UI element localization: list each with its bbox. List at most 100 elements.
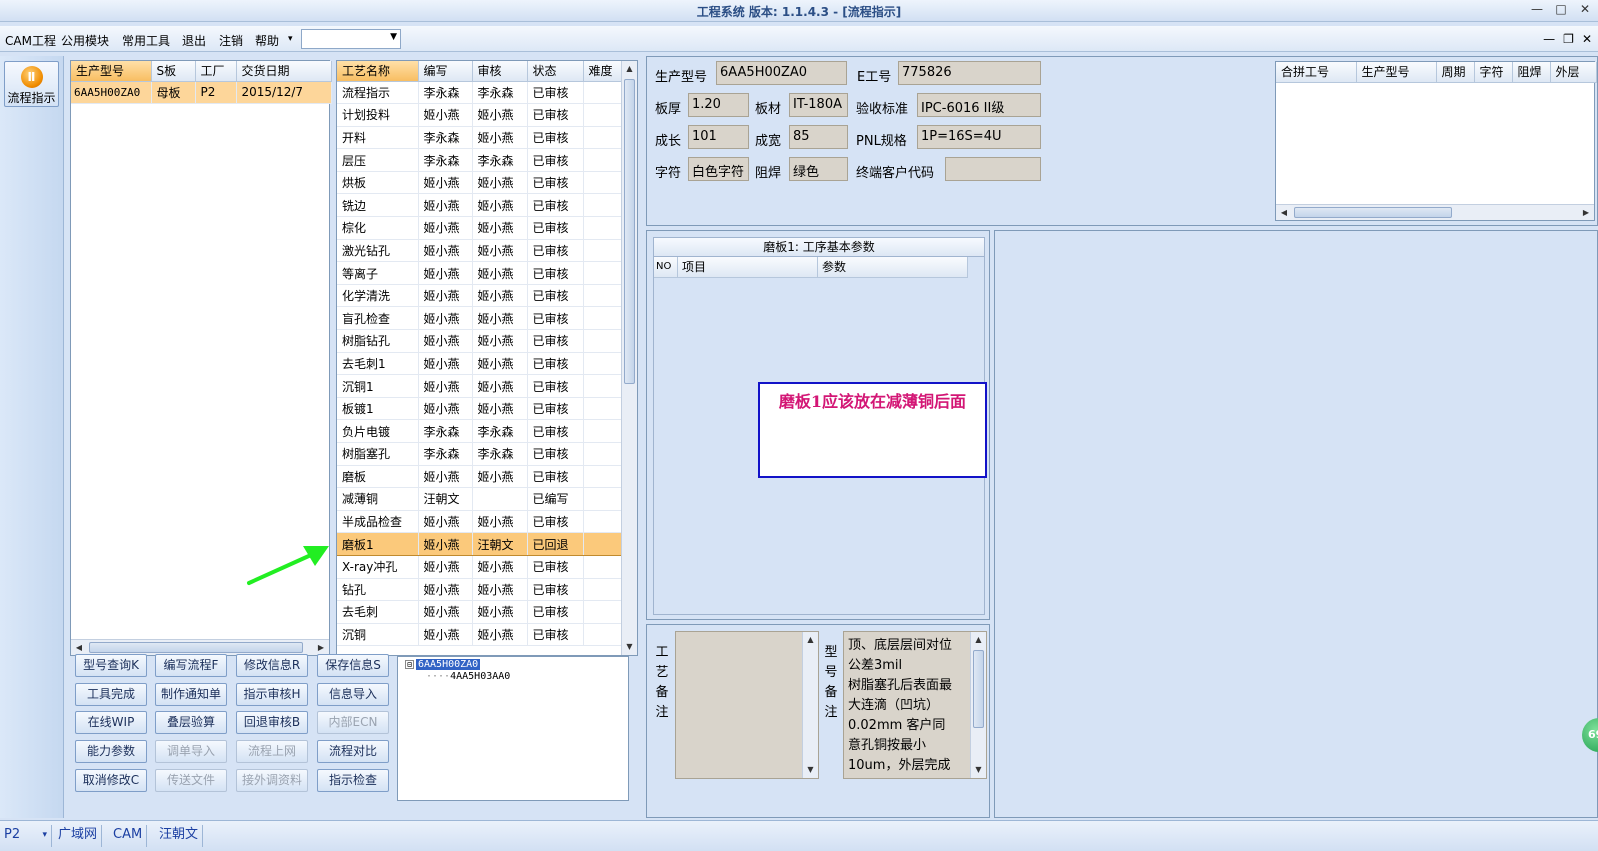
action-button[interactable]: 在线WIP: [75, 711, 147, 734]
table-row[interactable]: 层压 李永森 李永森 已审核: [337, 148, 624, 172]
tree-node-child-label[interactable]: 4AA5H03AA0: [450, 671, 510, 682]
action-button[interactable]: 流程对比: [317, 740, 389, 763]
scroll-up-icon[interactable]: ▲: [971, 632, 986, 648]
tree-node-root-label[interactable]: 6AA5H00ZA0: [416, 659, 481, 670]
table-row[interactable]: 减薄铜 汪朝文 已编写: [337, 487, 624, 511]
col-combine-outer[interactable]: 外层: [1550, 62, 1597, 83]
col-model-number[interactable]: 生产型号: [71, 61, 152, 82]
col-reviewer[interactable]: 审核: [472, 61, 528, 82]
action-button[interactable]: 指示检查: [317, 769, 389, 792]
action-button[interactable]: 回退审核B: [236, 711, 308, 734]
col-combine-mask[interactable]: 阻焊: [1512, 62, 1551, 83]
col-no[interactable]: NO: [654, 257, 678, 278]
minimize-icon[interactable]: —: [1530, 2, 1544, 16]
combine-hscroll[interactable]: ◀ ▶: [1276, 204, 1594, 220]
action-button[interactable]: 工具完成: [75, 683, 147, 706]
table-row[interactable]: 负片电镀 李永森 李永森 已审核: [337, 419, 624, 443]
pnl-field[interactable]: 1P=16S=4U: [917, 125, 1041, 149]
table-row[interactable]: 树脂塞孔 李永森 李永森 已审核: [337, 442, 624, 466]
scroll-right-icon[interactable]: ▶: [313, 640, 329, 655]
table-row[interactable]: 钻孔 姬小燕 姬小燕 已审核: [337, 578, 624, 602]
scroll-thumb[interactable]: [1294, 207, 1452, 218]
table-row[interactable]: 铣边 姬小燕 姬小燕 已审核: [337, 193, 624, 218]
action-button[interactable]: 制作通知单: [155, 683, 227, 706]
table-row[interactable]: 化学清洗 姬小燕 姬小燕 已审核: [337, 284, 624, 308]
model-field[interactable]: 6AA5H00ZA0: [716, 61, 847, 85]
menu-exit[interactable]: 退出: [182, 32, 206, 49]
action-button[interactable]: 指示审核H: [236, 683, 308, 706]
action-button[interactable]: 流程上网: [236, 740, 308, 763]
material-field[interactable]: IT-180A: [789, 93, 848, 117]
table-row[interactable]: 6AA5H00ZA0 母板 P2 2015/12/7: [71, 81, 332, 105]
col-item[interactable]: 项目: [678, 257, 818, 278]
col-difficulty[interactable]: 难度: [583, 61, 624, 82]
mdi-minimize-icon[interactable]: —: [1543, 32, 1555, 46]
scroll-right-icon[interactable]: ▶: [1578, 205, 1594, 220]
table-row[interactable]: 去毛刺1 姬小燕 姬小燕 已审核: [337, 352, 624, 376]
scroll-thumb[interactable]: [89, 642, 303, 653]
action-button[interactable]: 传送文件: [155, 769, 227, 792]
table-row[interactable]: 等离子 姬小燕 姬小燕 已审核: [337, 261, 624, 285]
table-row[interactable]: X-ray冲孔 姬小燕 姬小燕 已审核: [337, 555, 624, 579]
process-remark-vscroll[interactable]: ▲ ▼: [802, 632, 818, 778]
tree-node-child[interactable]: ····4AA5H03AA0: [426, 671, 510, 682]
col-factory[interactable]: 工厂: [195, 61, 237, 82]
action-button[interactable]: 叠层验算: [155, 711, 227, 734]
scroll-up-icon[interactable]: ▲: [622, 61, 637, 77]
table-row[interactable]: 树脂钻孔 姬小燕 姬小燕 已审核: [337, 329, 624, 353]
table-row[interactable]: 磨板1 姬小燕 汪朝文 已回退: [337, 532, 624, 556]
menu-common-tools[interactable]: 常用工具: [122, 32, 170, 49]
scroll-up-icon[interactable]: ▲: [803, 632, 818, 648]
menu-common-modules[interactable]: 公用模块: [61, 32, 109, 49]
action-button[interactable]: 修改信息R: [236, 654, 308, 677]
menu-help[interactable]: 帮助: [255, 32, 279, 49]
col-param[interactable]: 参数: [818, 257, 968, 278]
col-author[interactable]: 编写: [418, 61, 473, 82]
close-icon[interactable]: ✕: [1578, 2, 1592, 16]
tree-node-root[interactable]: ⊟ 6AA5H00ZA0: [405, 659, 481, 670]
table-row[interactable]: 沉铜 姬小燕 姬小燕 已审核: [337, 623, 624, 647]
scroll-left-icon[interactable]: ◀: [71, 640, 87, 655]
e-number-field[interactable]: 775826: [898, 61, 1041, 85]
col-status[interactable]: 状态: [527, 61, 584, 82]
help-dropdown-icon[interactable]: ▾: [288, 34, 293, 44]
table-row[interactable]: 磨板 姬小燕 姬小燕 已审核: [337, 465, 624, 489]
collapse-icon[interactable]: ⊟: [405, 660, 414, 669]
thickness-field[interactable]: 1.20: [688, 93, 749, 117]
flow-instruction-button[interactable]: Ⅱ 流程指示: [4, 61, 59, 107]
action-button[interactable]: 型号查询K: [75, 654, 147, 677]
length-field[interactable]: 101: [688, 125, 749, 149]
action-button[interactable]: 取消修改C: [75, 769, 147, 792]
col-combine-cycle[interactable]: 周期: [1436, 62, 1475, 83]
col-process-name[interactable]: 工艺名称: [337, 61, 419, 82]
process-list-vscroll[interactable]: ▲ ▼: [621, 61, 637, 655]
col-delivery-date[interactable]: 交货日期: [236, 61, 332, 82]
menu-cam[interactable]: CAM工程: [5, 32, 56, 49]
scroll-down-icon[interactable]: ▼: [803, 762, 818, 778]
scroll-down-icon[interactable]: ▼: [622, 639, 637, 655]
model-remark-vscroll[interactable]: ▲ ▼: [970, 632, 986, 778]
table-row[interactable]: 流程指示 李永森 李永森 已审核: [337, 81, 624, 105]
col-s-board[interactable]: S板: [151, 61, 196, 82]
menu-combo[interactable]: ▼: [301, 29, 401, 49]
model-tree[interactable]: ⊟ 6AA5H00ZA0 ····4AA5H03AA0: [397, 656, 629, 801]
action-button[interactable]: 能力参数: [75, 740, 147, 763]
action-button[interactable]: 保存信息S: [317, 654, 389, 677]
model-remark-field[interactable]: 顶、底层层间对位 公差3mil 树脂塞孔后表面最 大连滴（凹坑） 0.02mm …: [843, 631, 987, 779]
action-button[interactable]: 接外调资料: [236, 769, 308, 792]
standard-field[interactable]: IPC-6016 II级: [917, 93, 1041, 117]
mdi-restore-icon[interactable]: ❐: [1563, 32, 1574, 46]
width-field[interactable]: 85: [789, 125, 848, 149]
table-row[interactable]: 计划投料 姬小燕 姬小燕 已审核: [337, 103, 624, 127]
maximize-icon[interactable]: □: [1554, 2, 1568, 16]
table-row[interactable]: 盲孔检查 姬小燕 姬小燕 已审核: [337, 306, 624, 331]
factory-selector[interactable]: P2 ▾: [0, 825, 52, 847]
col-combine-char[interactable]: 字符: [1474, 62, 1513, 83]
table-row[interactable]: 棕化 姬小燕 姬小燕 已审核: [337, 216, 624, 240]
table-row[interactable]: 激光钻孔 姬小燕 姬小燕 已审核: [337, 239, 624, 263]
scroll-thumb[interactable]: [624, 79, 635, 384]
table-row[interactable]: 开料 李永森 姬小燕 已审核: [337, 126, 624, 150]
action-button[interactable]: 信息导入: [317, 683, 389, 706]
action-button[interactable]: 内部ECN: [317, 711, 389, 734]
table-row[interactable]: 半成品检查 姬小燕 姬小燕 已审核: [337, 510, 624, 534]
